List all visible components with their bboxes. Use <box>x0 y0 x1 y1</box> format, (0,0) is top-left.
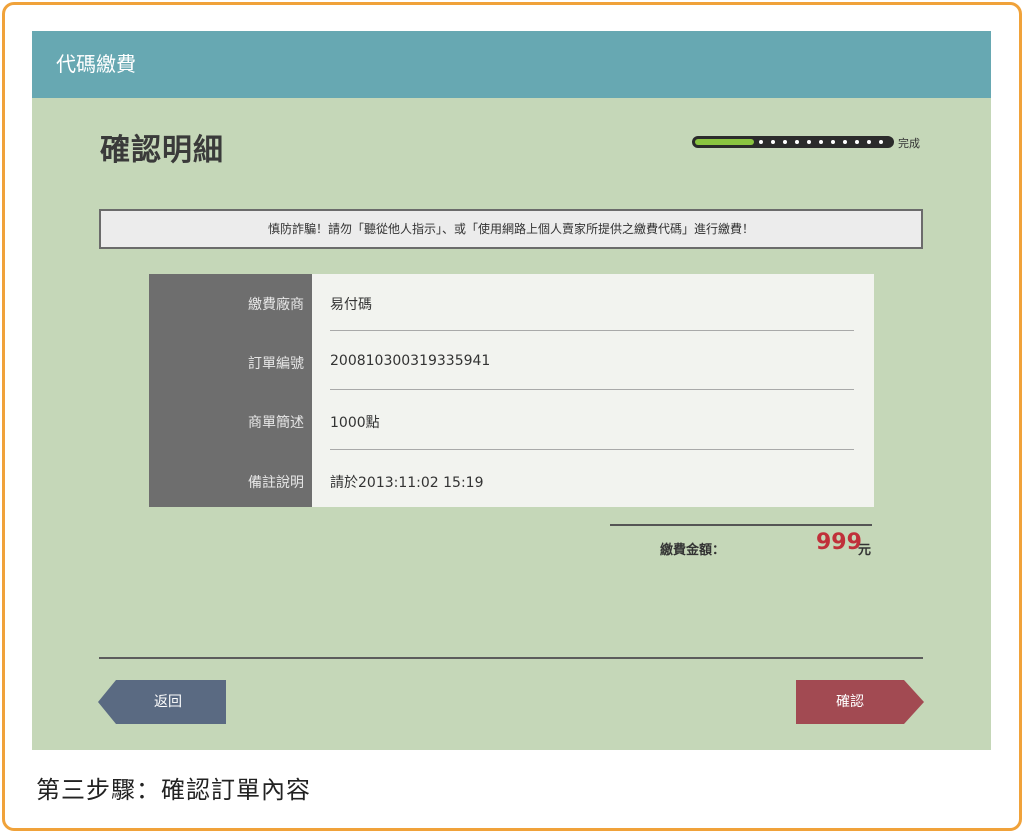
label-note: 備註說明 <box>248 475 304 491</box>
label-vendor: 繳費廠商 <box>248 297 304 313</box>
progress-dots <box>759 140 889 144</box>
header-title: 代碼繳費 <box>56 52 136 76</box>
row-divider <box>330 330 854 331</box>
order-detail-table: 繳費廠商 易付碼 訂單編號 200810300319335941 商單簡述 10… <box>149 274 874 507</box>
figure-caption: 第三步驟：確認訂單內容 <box>36 776 311 804</box>
progress-dot <box>867 140 871 144</box>
progress-dot <box>831 140 835 144</box>
payment-screen: 代碼繳費 確認明細 完成 慎防詐騙！請勿「聽從他人指示」、或「使用網路上個人賣家… <box>32 31 991 750</box>
label-description: 商單簡述 <box>248 415 304 431</box>
progress-track <box>692 136 894 148</box>
progress-dot <box>819 140 823 144</box>
progress-indicator: 完成 <box>692 136 922 150</box>
confirm-button[interactable]: 確認 <box>796 680 924 724</box>
progress-dot <box>855 140 859 144</box>
warning-text: 慎防詐騙！請勿「聽從他人指示」、或「使用網路上個人賣家所提供之繳費代碼」進行繳費… <box>267 222 754 236</box>
header-bar: 代碼繳費 <box>32 31 991 98</box>
value-note: 請於2013:11:02 15:19 <box>330 475 484 491</box>
progress-dot <box>783 140 787 144</box>
value-order-number: 200810300319335941 <box>330 353 491 369</box>
row-divider <box>330 389 854 390</box>
back-button-label: 返回 <box>154 694 182 710</box>
footer-divider <box>99 657 923 659</box>
total-unit: 元 <box>858 543 872 558</box>
row-divider <box>330 449 854 450</box>
value-description: 1000點 <box>330 415 380 431</box>
total-amount: 999 <box>816 530 862 555</box>
label-order-number: 訂單編號 <box>248 356 304 372</box>
progress-dot <box>771 140 775 144</box>
progress-dot <box>759 140 763 144</box>
progress-dot <box>843 140 847 144</box>
total-label: 繳費金額： <box>660 543 726 558</box>
progress-dot <box>879 140 883 144</box>
fraud-warning: 慎防詐騙！請勿「聽從他人指示」、或「使用網路上個人賣家所提供之繳費代碼」進行繳費… <box>99 209 923 249</box>
confirm-button-label: 確認 <box>836 694 864 710</box>
back-button[interactable]: 返回 <box>98 680 226 724</box>
progress-fill <box>695 139 754 145</box>
progress-dot <box>807 140 811 144</box>
page-title: 確認明細 <box>100 133 224 168</box>
progress-dot <box>795 140 799 144</box>
value-vendor: 易付碼 <box>330 297 372 313</box>
progress-label: 完成 <box>898 137 920 150</box>
total-divider <box>610 524 872 526</box>
